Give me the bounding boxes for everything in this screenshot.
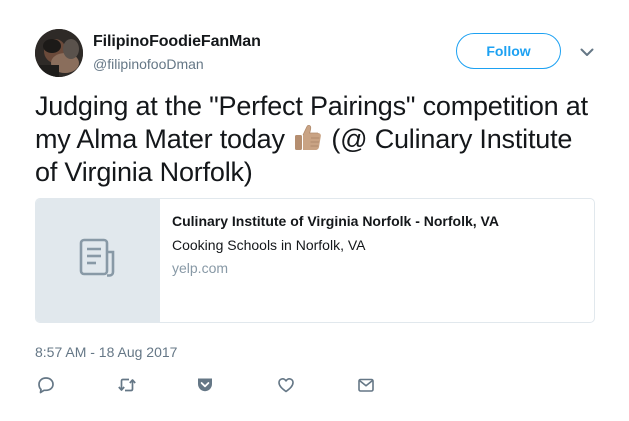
- chevron-down-icon[interactable]: [577, 42, 597, 62]
- document-icon: [79, 238, 117, 283]
- card-description: Cooking Schools in Norfolk, VA: [172, 237, 366, 253]
- direct-message-icon[interactable]: [355, 374, 377, 396]
- thumbs-up-icon: [292, 123, 324, 153]
- user-handle[interactable]: @filipinofooDman: [93, 56, 204, 72]
- pocket-icon[interactable]: [194, 374, 216, 396]
- like-icon[interactable]: [275, 374, 297, 396]
- card-thumbnail: [36, 199, 160, 322]
- card-title[interactable]: Culinary Institute of Virginia Norfolk -…: [172, 212, 499, 230]
- link-card[interactable]: Culinary Institute of Virginia Norfolk -…: [35, 198, 595, 323]
- display-name[interactable]: FilipinoFoodieFanMan: [93, 33, 261, 51]
- timestamp[interactable]: 8:57 AM - 18 Aug 2017: [35, 344, 177, 360]
- card-domain: yelp.com: [172, 260, 229, 276]
- avatar[interactable]: [35, 29, 83, 77]
- card-body: Culinary Institute of Virginia Norfolk -…: [160, 199, 499, 322]
- tweet-text: Judging at the "Perfect Pairings" compet…: [35, 90, 595, 189]
- action-bar: [0, 374, 629, 398]
- follow-button[interactable]: Follow: [456, 33, 561, 69]
- retweet-icon[interactable]: [116, 374, 138, 396]
- reply-icon[interactable]: [35, 374, 57, 396]
